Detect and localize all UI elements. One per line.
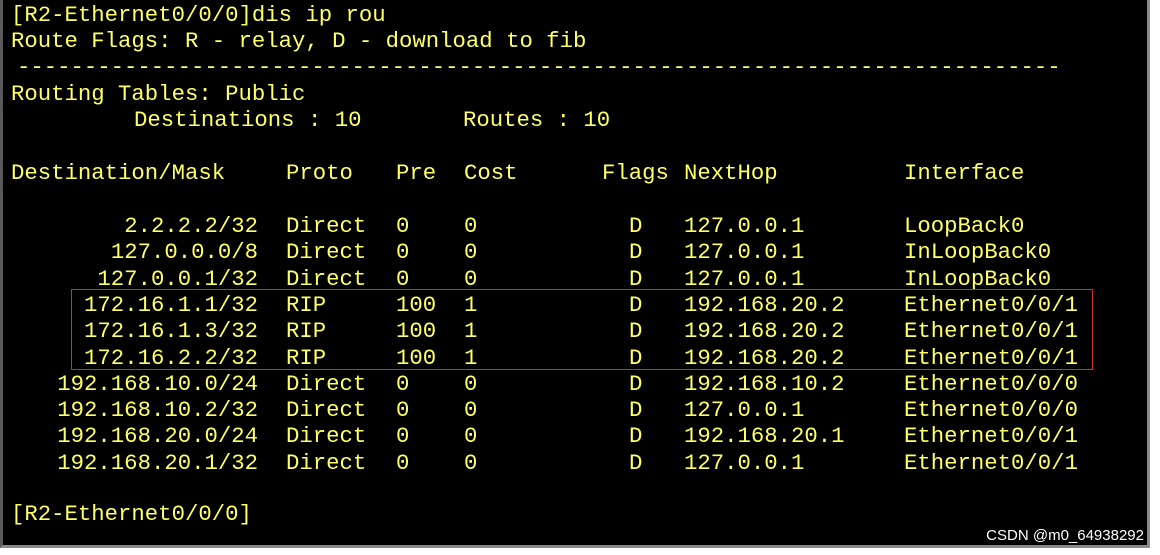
route-nexthop: 127.0.0.1 — [684, 265, 805, 292]
route-destination: 2.2.2.2/32 — [124, 213, 258, 239]
route-proto: Direct — [286, 397, 367, 424]
header-flags: Flags — [602, 160, 669, 186]
separator-line: ----------------------------------------… — [17, 54, 1061, 80]
route-flags: D — [629, 397, 643, 424]
route-flags: D — [629, 213, 643, 239]
route-proto: Direct — [286, 213, 367, 239]
route-cost: 0 — [464, 423, 478, 450]
route-cost: 0 — [464, 213, 478, 239]
final-prompt: [R2-Ethernet0/0/0] — [11, 501, 252, 527]
table-row: 192.168.20.0/24 Direct 0 0 D 192.168.20.1 Ethe… — [11, 423, 1131, 449]
route-pre: 0 — [396, 265, 410, 292]
routing-table-title: Routing Tables: Public — [11, 81, 306, 107]
route-pre: 0 — [396, 397, 410, 424]
table-row: 192.168.10.0/24 Direct 0 0 D 192.168.10.2 Ethe… — [11, 371, 1131, 397]
route-destination: 127.0.0.0/8 — [110, 239, 258, 266]
route-interface: Ethernet0/0/1 — [904, 449, 1078, 476]
table-row: 192.168.20.1/32 Direct 0 0 D 127.0.0.1 Etherne… — [11, 450, 1131, 476]
command-line: [R2-Ethernet0/0/0]dis ip rou — [11, 2, 386, 28]
route-interface: InLoopBack0 — [904, 265, 1052, 292]
header-interface: Interface — [904, 160, 1025, 186]
route-pre: 0 — [396, 213, 410, 239]
route-nexthop: 127.0.0.1 — [684, 213, 805, 239]
route-nexthop: 127.0.0.1 — [684, 239, 805, 266]
header-nexthop: NextHop — [684, 160, 778, 186]
table-row: 127.0.0.0/8 Direct 0 0 D 127.0.0.1 InLoopBack0 — [11, 239, 1131, 265]
table-header-row: Destination/Mask Proto Pre Cost Flags Ne… — [11, 160, 1131, 186]
table-row: 127.0.0.1/32 Direct 0 0 D 127.0.0.1 InLoopBack… — [11, 266, 1131, 292]
route-flags-legend: Route Flags: R - relay, D - download to … — [11, 28, 587, 54]
route-flags: D — [629, 265, 643, 292]
header-destination: Destination/Mask — [11, 160, 226, 186]
table-row: 2.2.2.2/32 Direct 0 0 D 127.0.0.1 LoopBack0 — [11, 213, 1131, 239]
route-cost: 0 — [464, 449, 478, 476]
routes-count: Routes : 10 — [463, 107, 611, 133]
route-destination: 127.0.0.1/32 — [97, 265, 258, 292]
route-interface: Ethernet0/0/0 — [904, 397, 1078, 424]
route-interface: Ethernet0/0/1 — [904, 423, 1078, 450]
route-destination: 192.168.20.1/32 — [57, 449, 258, 476]
header-pre: Pre — [396, 160, 437, 186]
route-cost: 0 — [464, 397, 478, 424]
route-interface: Ethernet0/0/0 — [904, 370, 1078, 397]
watermark: CSDN @m0_64938292 — [986, 527, 1144, 544]
route-nexthop: 192.168.20.1 — [684, 423, 845, 450]
route-nexthop: 127.0.0.1 — [684, 449, 805, 476]
route-flags: D — [629, 370, 643, 397]
route-flags: D — [629, 449, 643, 476]
route-interface: InLoopBack0 — [904, 239, 1052, 266]
destinations-count: Destinations : 10 — [134, 107, 362, 133]
route-flags: D — [629, 239, 643, 266]
route-nexthop: 127.0.0.1 — [684, 397, 805, 424]
route-pre: 0 — [396, 370, 410, 397]
rip-routes-highlight — [71, 289, 1093, 370]
route-proto: Direct — [286, 423, 367, 450]
route-proto: Direct — [286, 449, 367, 476]
route-destination: 192.168.10.0/24 — [57, 370, 258, 397]
route-pre: 0 — [396, 239, 410, 266]
route-interface: LoopBack0 — [904, 213, 1025, 239]
route-flags: D — [629, 423, 643, 450]
route-cost: 0 — [464, 370, 478, 397]
route-proto: Direct — [286, 239, 367, 266]
table-row: 192.168.10.2/32 Direct 0 0 D 127.0.0.1 Etherne… — [11, 397, 1131, 423]
route-nexthop: 192.168.10.2 — [684, 370, 845, 397]
route-pre: 0 — [396, 423, 410, 450]
route-pre: 0 — [396, 449, 410, 476]
route-destination: 192.168.20.0/24 — [57, 423, 258, 450]
terminal-window[interactable]: [R2-Ethernet0/0/0]dis ip rou Route Flags… — [0, 0, 1150, 548]
route-cost: 0 — [464, 265, 478, 292]
route-destination: 192.168.10.2/32 — [57, 397, 258, 424]
route-proto: Direct — [286, 370, 367, 397]
header-proto: Proto — [286, 160, 353, 186]
route-cost: 0 — [464, 239, 478, 266]
header-cost: Cost — [464, 160, 518, 186]
route-proto: Direct — [286, 265, 367, 292]
